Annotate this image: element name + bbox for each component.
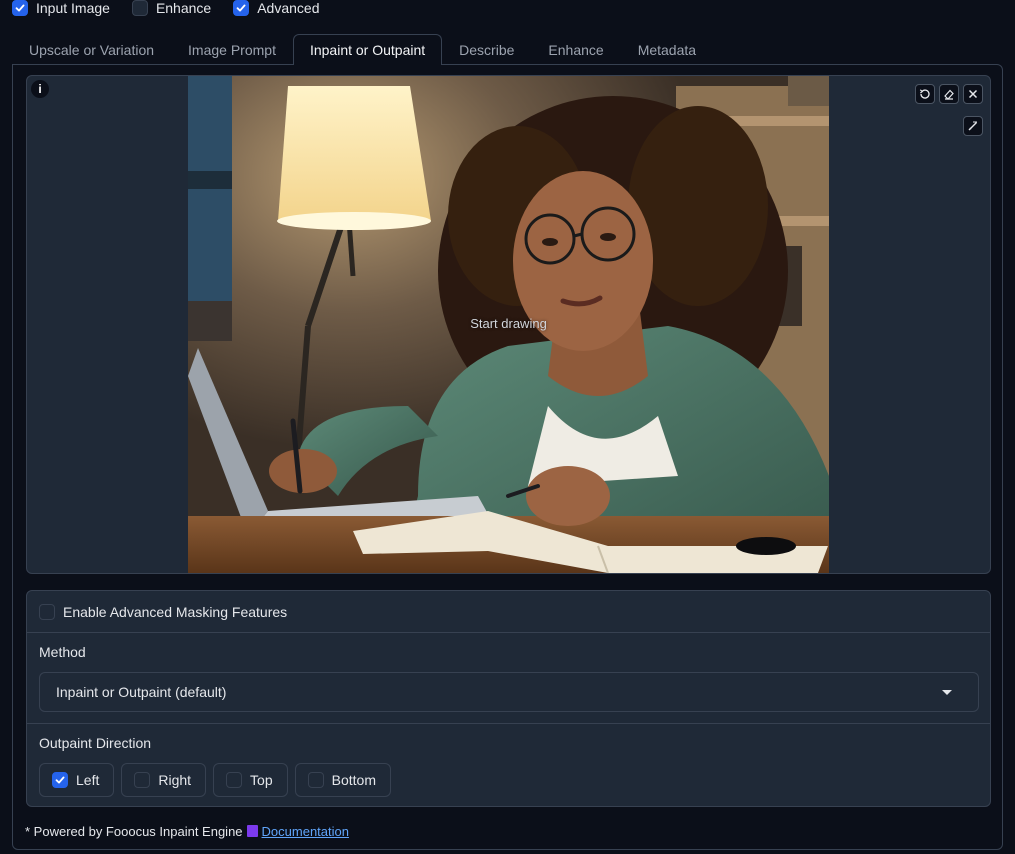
advanced-checkbox[interactable]: Advanced: [233, 0, 320, 16]
tab-enhance[interactable]: Enhance: [531, 34, 620, 64]
checkbox-unchecked-icon[interactable]: [307, 772, 324, 788]
checkbox-checked-icon[interactable]: [233, 0, 250, 16]
input-image-checkbox[interactable]: Input Image: [12, 0, 110, 16]
undo-icon[interactable]: [915, 84, 935, 104]
tab-bar: Upscale or Variation Image Prompt Inpain…: [12, 34, 713, 65]
info-icon[interactable]: i: [31, 80, 49, 98]
direction-left-label: Left: [76, 772, 100, 788]
direction-top-option[interactable]: Top: [213, 763, 288, 797]
checkbox-unchecked-icon[interactable]: [226, 772, 243, 788]
masking-options: Enable Advanced Masking Features Method …: [26, 590, 991, 807]
powered-by-text: * Powered by Fooocus Inpaint Engine: [25, 824, 243, 839]
close-icon[interactable]: [963, 84, 983, 104]
documentation-link[interactable]: Documentation: [262, 824, 349, 839]
checkbox-unchecked-icon[interactable]: [39, 603, 55, 620]
start-drawing-hint: Start drawing: [470, 316, 547, 331]
eraser-icon[interactable]: [939, 84, 959, 104]
checkbox-unchecked-icon[interactable]: [134, 772, 151, 788]
top-options: Input Image Enhance Advanced: [12, 0, 342, 16]
direction-left-option[interactable]: Left: [39, 763, 115, 797]
brush-icon[interactable]: [963, 116, 983, 136]
inpaint-canvas[interactable]: Start drawing i: [26, 75, 991, 574]
method-dropdown[interactable]: Inpaint or Outpaint (default): [39, 672, 979, 712]
chevron-down-icon: [942, 690, 952, 695]
tab-upscale-or-variation[interactable]: Upscale or Variation: [12, 34, 171, 64]
divider: [27, 723, 990, 724]
direction-bottom-label: Bottom: [331, 772, 376, 788]
tab-describe[interactable]: Describe: [442, 34, 531, 64]
outpaint-direction-label: Outpaint Direction: [39, 735, 152, 751]
checkbox-checked-icon[interactable]: [52, 772, 68, 788]
direction-right-option[interactable]: Right: [121, 763, 207, 797]
advanced-label: Advanced: [257, 0, 320, 16]
book-icon: [246, 825, 258, 837]
tab-metadata[interactable]: Metadata: [621, 34, 713, 64]
enable-advanced-masking-label: Enable Advanced Masking Features: [63, 603, 288, 620]
tab-inpaint-or-outpaint[interactable]: Inpaint or Outpaint: [292, 34, 443, 65]
checkbox-checked-icon[interactable]: [12, 0, 28, 16]
inpaint-panel: Start drawing i Enable Advanced Masking …: [12, 64, 1003, 850]
direction-bottom-option[interactable]: Bottom: [294, 763, 391, 797]
method-selected-value: Inpaint or Outpaint (default): [56, 684, 227, 700]
input-image[interactable]: Start drawing: [188, 76, 829, 573]
direction-right-label: Right: [158, 772, 192, 788]
checkbox-unchecked-icon[interactable]: [131, 0, 148, 16]
method-label: Method: [39, 644, 86, 660]
input-image-label: Input Image: [36, 0, 110, 16]
direction-top-label: Top: [250, 772, 273, 788]
footer-note: * Powered by Fooocus Inpaint Engine Docum…: [25, 824, 349, 839]
enhance-label: Enhance: [155, 0, 212, 16]
tab-image-prompt[interactable]: Image Prompt: [171, 34, 293, 64]
enhance-checkbox[interactable]: Enhance: [131, 0, 212, 16]
outpaint-direction-group: Left Right Top Bottom: [39, 763, 398, 797]
enable-advanced-masking-checkbox[interactable]: Enable Advanced Masking Features: [27, 591, 990, 633]
